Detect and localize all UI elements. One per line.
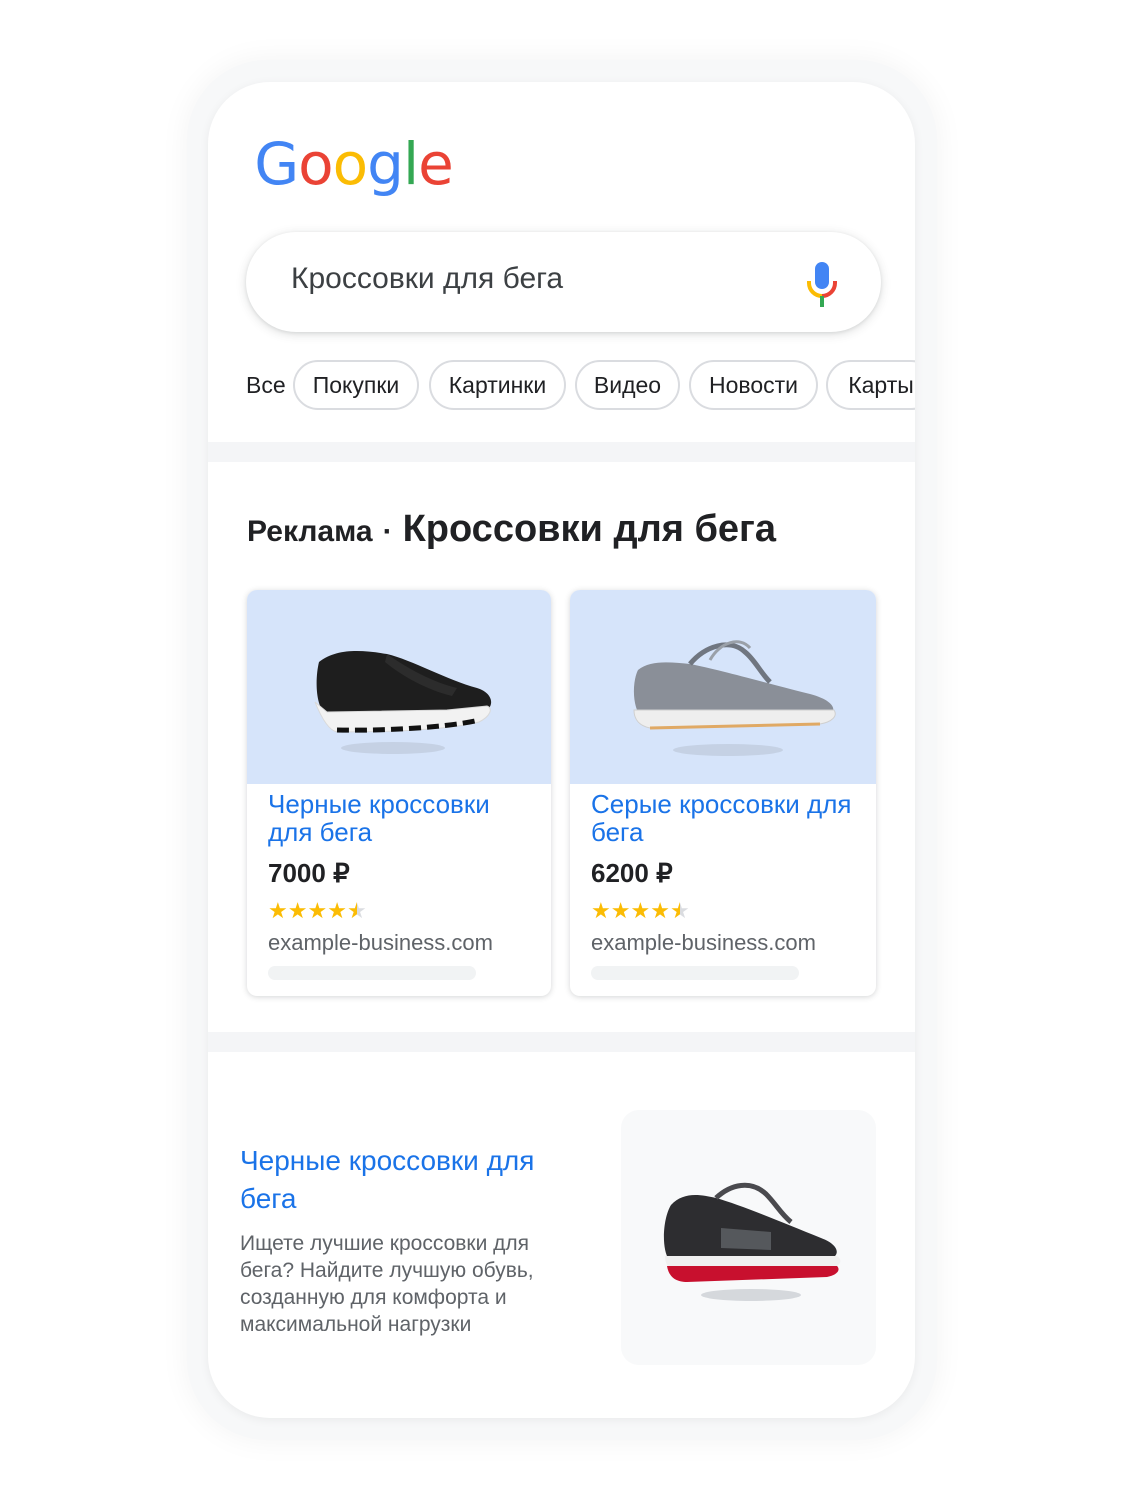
search-bar[interactable]: Кроссовки для бега — [246, 232, 881, 332]
product-title[interactable]: Черные кроссовки для бега — [268, 790, 538, 846]
black-sneaker-icon — [314, 651, 492, 754]
section-divider — [208, 442, 915, 462]
result-description: Ищете лучшие кроссовки для бега? Найдите… — [240, 1232, 534, 1336]
ads-heading: Реклама · Кроссовки для бега — [247, 508, 776, 551]
product-card[interactable]: Серые кроссовки для бега 6200 ₽ ★★★★★ ex… — [570, 590, 876, 996]
product-image[interactable] — [570, 590, 876, 784]
rating-stars: ★★★★★ — [591, 898, 690, 924]
star-icon: ★ — [287, 898, 308, 923]
product-price: 7000 ₽ — [268, 858, 350, 888]
star-icon: ★ — [650, 898, 670, 923]
star-icon: ★ — [307, 898, 328, 923]
search-tabs: Все Покупки Картинки Видео Новости Карты — [246, 360, 915, 414]
tab-maps[interactable]: Карты — [826, 360, 915, 410]
half-star-icon: ★ — [346, 898, 367, 923]
logo-letter: e — [418, 130, 454, 198]
ad-label: Реклама — [247, 515, 373, 548]
star-icon: ★ — [268, 898, 288, 923]
product-domain: example-business.com — [591, 930, 816, 955]
logo-letter: o — [298, 130, 333, 198]
star-icon: ★ — [591, 898, 611, 923]
result-image[interactable] — [621, 1110, 876, 1365]
tab-images[interactable]: Картинки — [429, 360, 566, 410]
star-icon: ★ — [630, 898, 651, 923]
tab-news[interactable]: Новости — [689, 360, 818, 410]
ads-title: Кроссовки для бега — [402, 508, 777, 550]
tab-shopping[interactable]: Покупки — [293, 360, 419, 410]
gray-sneaker-icon — [633, 640, 836, 756]
section-divider — [208, 1032, 915, 1052]
tab-all[interactable]: Все — [246, 372, 286, 399]
google-logo: Google — [0, 130, 707, 198]
placeholder-bar — [268, 966, 476, 980]
result-title[interactable]: Черные кроссовки для бега — [240, 1142, 580, 1218]
logo-letter: g — [367, 130, 404, 198]
search-input[interactable]: Кроссовки для бега — [291, 262, 563, 296]
product-price: 6200 ₽ — [591, 858, 673, 888]
running-shoe-icon — [663, 1182, 841, 1301]
product-card[interactable]: Черные кроссовки для бега 7000 ₽ ★★★★★ e… — [247, 590, 551, 996]
microphone-icon[interactable] — [804, 260, 840, 308]
logo-letter: l — [402, 130, 419, 198]
logo-letter: G — [254, 130, 299, 198]
logo-letter: o — [332, 130, 368, 198]
separator-dot: · — [382, 515, 393, 548]
rating-stars: ★★★★★ — [268, 898, 367, 924]
star-icon: ★ — [327, 898, 347, 923]
product-domain: example-business.com — [268, 930, 493, 955]
product-image[interactable] — [247, 590, 551, 784]
tab-videos[interactable]: Видео — [575, 360, 680, 410]
star-icon: ★ — [610, 898, 631, 923]
half-star-icon: ★ — [669, 898, 690, 923]
product-title[interactable]: Серые кроссовки для бега — [591, 790, 861, 846]
placeholder-bar — [591, 966, 799, 980]
